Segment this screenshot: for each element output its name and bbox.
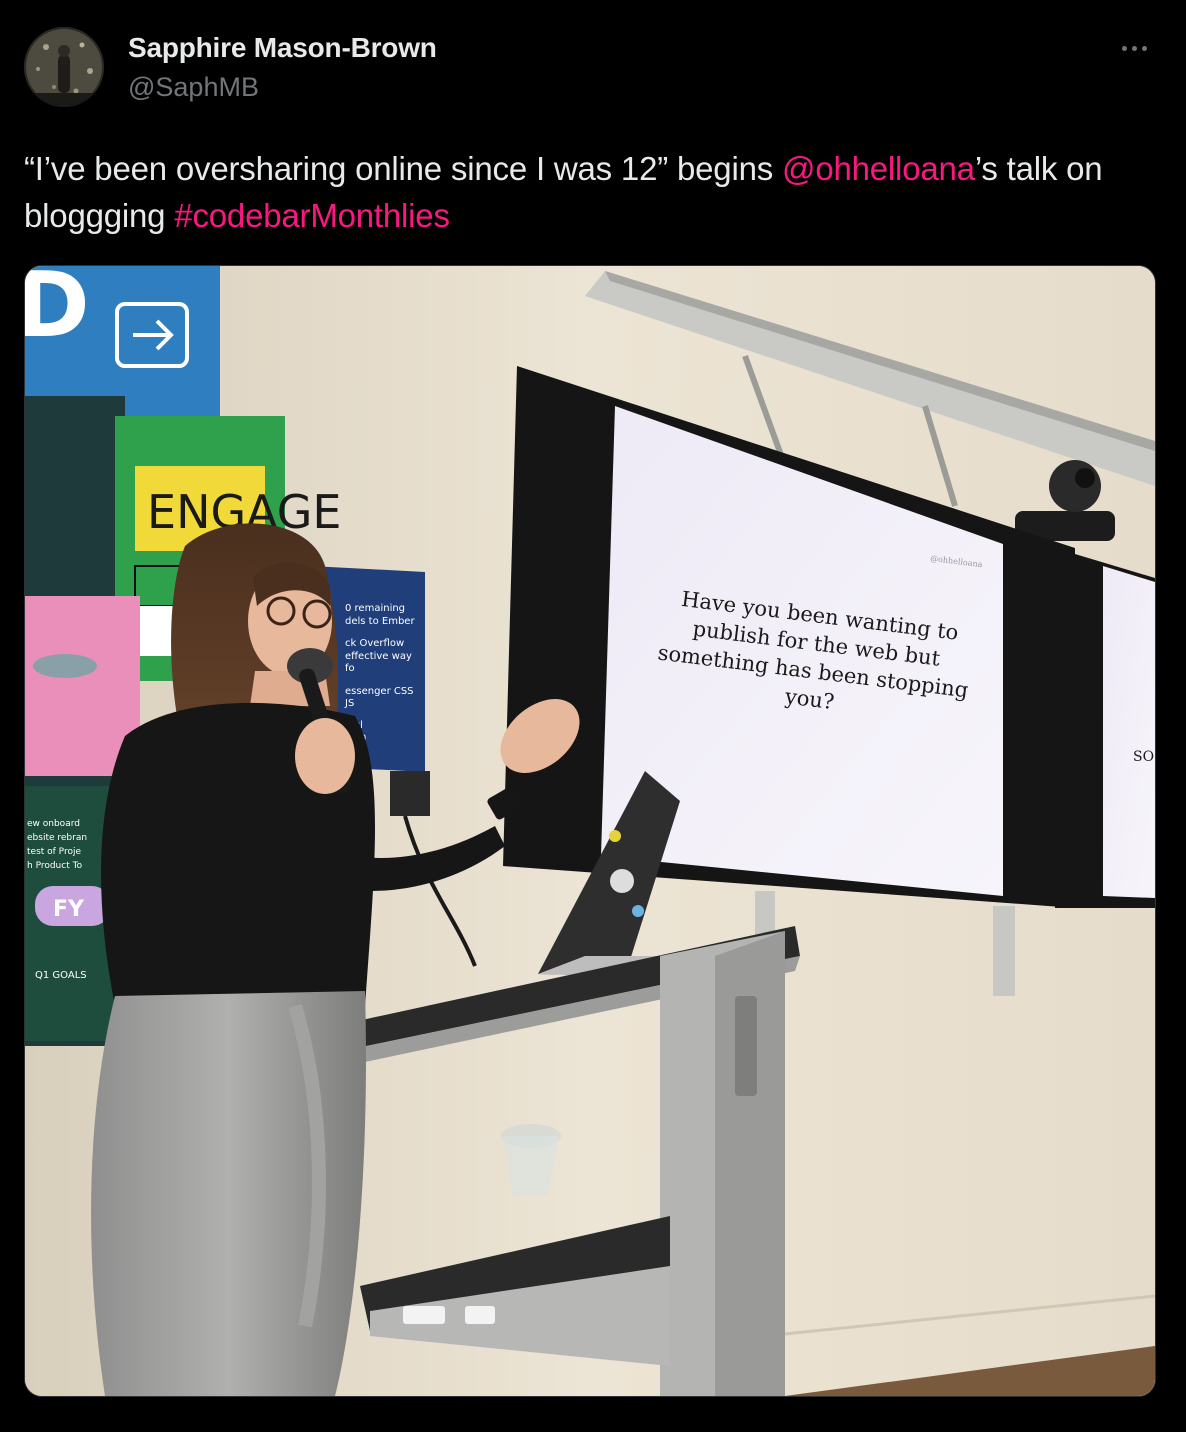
more-horizontal-icon: [1121, 45, 1127, 51]
svg-text:Q1 GOALS: Q1 GOALS: [35, 970, 87, 981]
hashtag-link[interactable]: #codebarMonthlies: [174, 197, 450, 234]
more-options-button[interactable]: [1112, 34, 1156, 62]
svg-text:SO: SO: [1133, 749, 1154, 765]
svg-text:ebsite rebran: ebsite rebran: [27, 833, 87, 843]
more-horizontal-icon-dot-3: [1141, 45, 1147, 51]
svg-text:effective way: effective way: [345, 651, 412, 662]
svg-text:D: D: [25, 266, 90, 358]
author-display-name[interactable]: Sapphire Mason-Brown: [128, 30, 437, 66]
svg-text:0 remaining: 0 remaining: [345, 603, 405, 614]
svg-text:FY: FY: [53, 897, 85, 922]
more-horizontal-icon-dot-2: [1131, 45, 1137, 51]
avatar[interactable]: [24, 27, 104, 107]
tweet-text-before: “I’ve been oversharing online since I wa…: [24, 150, 783, 187]
svg-text:test of Proje: test of Proje: [27, 847, 81, 857]
author-info: Sapphire Mason-Brown @SaphMB: [128, 30, 437, 104]
tweet-photo[interactable]: D ENGAGE 0 remaining dels to Emb: [24, 265, 1156, 1397]
svg-text:essenger CSS: essenger CSS: [345, 686, 414, 697]
tweet-text: “I’ve been oversharing online since I wa…: [24, 145, 1154, 239]
svg-text:ew onboard: ew onboard: [27, 819, 80, 829]
svg-text:ck Overflow: ck Overflow: [345, 638, 404, 649]
mention-link[interactable]: @ohhelloana: [782, 150, 975, 187]
svg-text:h Product To: h Product To: [27, 861, 83, 871]
tv-screen-second: SO: [1055, 548, 1155, 908]
tweet: Sapphire Mason-Brown @SaphMB “I’ve been …: [0, 0, 1186, 1432]
svg-text:JS: JS: [344, 698, 354, 709]
svg-text:fo: fo: [345, 663, 355, 674]
svg-text:dels to Ember: dels to Ember: [345, 616, 415, 627]
author-handle[interactable]: @SaphMB: [128, 70, 437, 104]
